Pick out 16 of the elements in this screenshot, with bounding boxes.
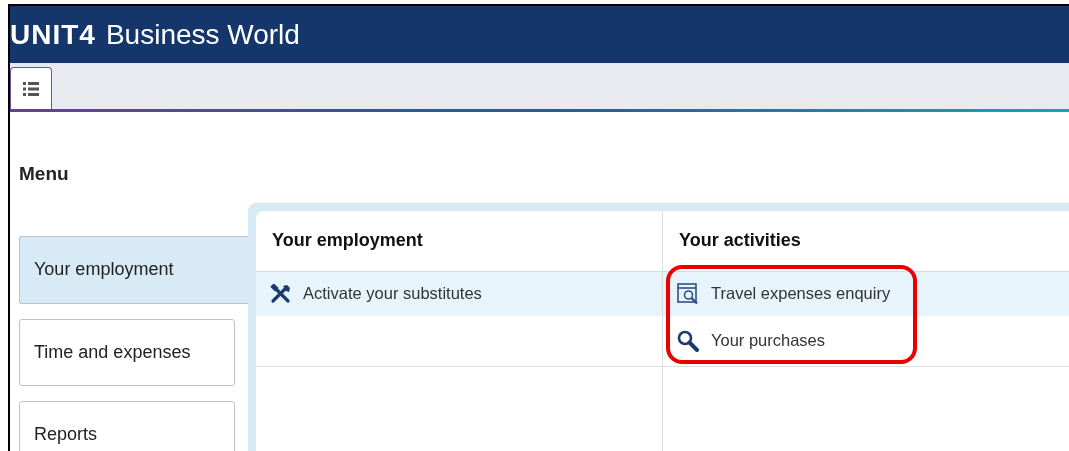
menu-link[interactable]: Your purchases — [663, 315, 1069, 366]
menu-item[interactable]: Reports — [19, 400, 235, 451]
tools-icon — [270, 283, 291, 304]
list-icon — [23, 81, 39, 96]
logo: UNIT4 — [10, 20, 96, 49]
menu-heading: Menu — [19, 162, 70, 186]
app-title: Business World — [105, 20, 300, 49]
column-heading: Your employment — [256, 210, 662, 272]
search-icon — [677, 329, 699, 352]
document-search-icon — [677, 282, 699, 305]
menu-item[interactable]: Your employment — [19, 235, 249, 304]
menu-link[interactable]: Activate your substitutes — [256, 271, 662, 316]
list-tab[interactable] — [10, 67, 52, 109]
menu-item[interactable]: Time and expenses — [19, 318, 235, 386]
column-heading: Your activities — [663, 210, 1069, 272]
menu-link[interactable]: Travel expenses enquiry — [663, 271, 1069, 316]
